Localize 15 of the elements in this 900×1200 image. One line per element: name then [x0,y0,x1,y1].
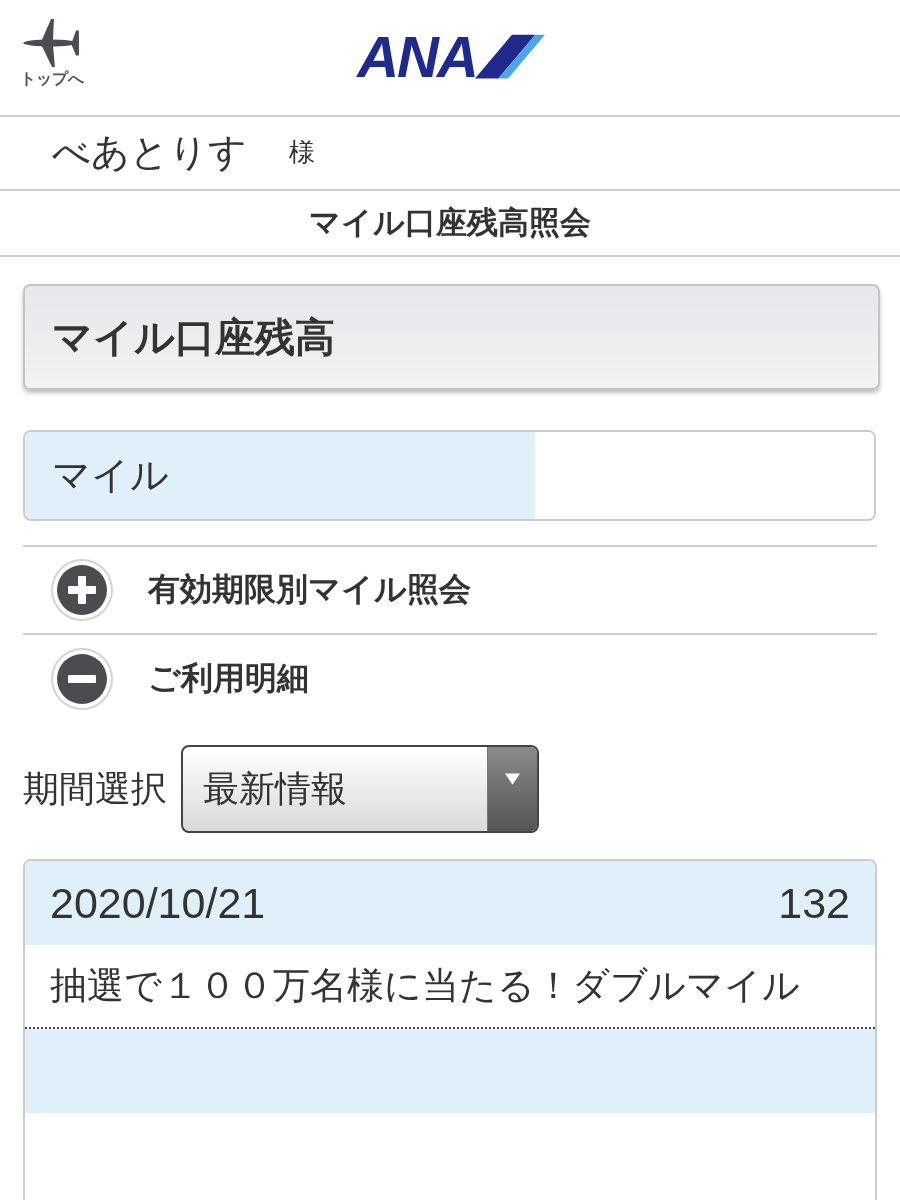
period-select[interactable]: 最新情報 [181,745,539,833]
user-name: べあとりす [52,130,247,176]
entry-date: 2020/10/21 [50,878,266,928]
honorific: 様 [289,137,315,169]
caret-icon [487,747,537,831]
entry-description: 抽選で１００万名様に当たる！ダブルマイル [50,964,800,1008]
entry-miles: 132 [778,878,850,928]
balance-label: マイル [25,432,535,519]
balance-card-heading: マイル口座残高 [23,284,880,390]
logo-stripe-icon [474,34,545,79]
airplane-icon [22,18,82,68]
period-label: 期間選択 [23,766,167,811]
logo-wordmark: ANA [357,27,477,86]
home-link[interactable]: トップへ [20,18,84,88]
page-title: マイル口座残高照会 [309,204,591,242]
